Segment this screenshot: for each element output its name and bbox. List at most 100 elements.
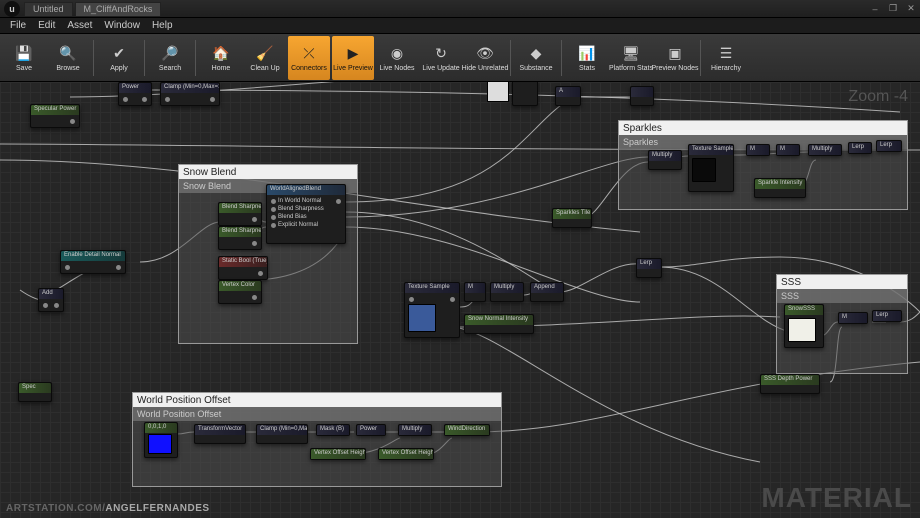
tool-stats[interactable]: 📊Stats (566, 36, 608, 80)
node-wpo-pow[interactable]: Power (356, 424, 386, 436)
node-wpo-height[interactable]: Vertex Offset Height (310, 448, 366, 460)
comment-title[interactable]: Snow Blend (179, 165, 357, 179)
toolbar-separator (561, 40, 562, 76)
tool-liveupdate[interactable]: ↻ Live Update (420, 36, 462, 80)
tool-browse[interactable]: 🔍Browse (47, 36, 89, 80)
tool-livenodes[interactable]: ◉Live Nodes (376, 36, 418, 80)
tool-label: Connectors (291, 65, 327, 72)
node-m4[interactable]: M (776, 144, 800, 156)
node-sss-depth[interactable]: SSS Depth Power (760, 374, 820, 394)
node-blendsharp[interactable]: Blend Sharpness (218, 202, 262, 226)
node-sss-lerp[interactable]: Lerp (872, 310, 902, 322)
node-basesnow[interactable]: Static Bool (True) (218, 256, 268, 280)
node-specular[interactable]: Specular Power (30, 104, 80, 128)
tool-livepreview[interactable]: ▶ Live Preview (332, 36, 374, 80)
minimize-icon[interactable]: – (866, 2, 884, 16)
tool-save[interactable]: 💾Save (3, 36, 45, 80)
search-icon: 🔎 (160, 43, 180, 63)
tool-platformstats[interactable]: 🖥Platform Stats (610, 36, 652, 80)
sparktexture-preview (692, 158, 716, 182)
tool-label: Substance (519, 65, 552, 72)
node-sparkpow[interactable]: Multiply (808, 144, 842, 156)
comment-title[interactable]: SSS (777, 275, 907, 289)
tool-hideunrelated[interactable]: 👁Hide Unrelated (464, 36, 506, 80)
livenodes-icon: ◉ (387, 43, 407, 63)
hideunrelated-icon: 👁 (475, 43, 495, 63)
tool-hierarchy[interactable]: ☰Hierarchy (705, 36, 747, 80)
tool-cleanup[interactable]: 🧹Clean Up (244, 36, 286, 80)
node-sharp[interactable]: Blend Sharpness (218, 226, 262, 250)
menu-file[interactable]: File (4, 20, 32, 31)
menu-edit[interactable]: Edit (32, 20, 61, 31)
node-m1[interactable]: M (464, 282, 486, 302)
texsample-preview (408, 304, 436, 332)
tool-label: Live Preview (333, 65, 373, 72)
wpo-color-swatch (148, 434, 172, 454)
sss-color-swatch (788, 318, 816, 342)
node-m3[interactable]: M (746, 144, 770, 156)
node-lerp3[interactable]: Lerp (876, 140, 902, 152)
tool-apply[interactable]: ✔Apply (98, 36, 140, 80)
cleanup-icon: 🧹 (255, 43, 275, 63)
apply-icon: ✔ (109, 43, 129, 63)
hierarchy-icon: ☰ (716, 43, 736, 63)
close-icon[interactable]: ✕ (902, 2, 920, 16)
node-mult1[interactable]: Multiply (490, 282, 524, 302)
connectors-icon: ⤫ (299, 43, 319, 63)
node-sss-m[interactable]: M (838, 312, 868, 324)
menu-window[interactable]: Window (98, 20, 146, 31)
comment-sub: SSS (777, 289, 907, 303)
node-top-out[interactable] (630, 86, 654, 106)
tool-previewnodes[interactable]: ▣Preview Nodes (654, 36, 696, 80)
watermark: MATERIAL (761, 482, 912, 514)
tab-material[interactable]: M_CliffAndRocks (75, 2, 162, 16)
node-wpo-mult[interactable]: Multiply (398, 424, 432, 436)
node-wpo-height2[interactable]: Vertex Offset Height (378, 448, 434, 460)
livepreview-icon: ▶ (343, 43, 363, 63)
node-lerp1[interactable]: Lerp (636, 258, 662, 278)
comment-title[interactable]: World Position Offset (133, 393, 501, 407)
node-vertexcolor[interactable]: Vertex Color (218, 280, 262, 304)
node-lerp2[interactable]: Lerp (848, 142, 872, 154)
node-clamp1[interactable]: Clamp (Min=0,Max=1) (160, 82, 220, 106)
node-wpo-mask[interactable]: Mask (B) (316, 424, 350, 436)
node-wpo-trans[interactable]: TransformVector (194, 424, 246, 444)
node-sparkintensity[interactable]: Sparkle Intensity (754, 178, 806, 198)
graph-canvas[interactable]: Zoom -4 (0, 82, 920, 518)
node-normalint[interactable]: Snow Normal Intensity (464, 314, 534, 334)
liveupdate-icon: ↻ (431, 43, 451, 63)
tool-label: Stats (579, 65, 595, 72)
node-sparktile[interactable]: Sparkles Tile (552, 208, 592, 228)
node-wpo-clamp[interactable]: Clamp (Min=0,Max=1) (256, 424, 308, 444)
comment-title[interactable]: Sparkles (619, 121, 907, 135)
node-wpo-wind[interactable]: WindDirection (444, 424, 490, 436)
tool-substance[interactable]: ◆Substance (515, 36, 557, 80)
node-add[interactable]: Add (38, 288, 64, 312)
node-power1[interactable]: Power (118, 82, 152, 106)
tool-label: Live Update (422, 65, 459, 72)
node-top-mult[interactable]: A (555, 86, 581, 106)
node-usedetail[interactable]: Enable Detail Normal (60, 250, 126, 274)
node-worldalignedblend[interactable]: WorldAlignedBlendIn World NormalBlend Sh… (266, 184, 346, 244)
tool-search[interactable]: 🔎Search (149, 36, 191, 80)
tool-home[interactable]: 🏠 Home (200, 36, 242, 80)
ue-logo-icon: u (4, 1, 20, 17)
previewnodes-icon: ▣ (665, 43, 685, 63)
node-sparkmult[interactable]: Multiply (648, 150, 682, 170)
restore-icon[interactable]: ❐ (884, 2, 902, 16)
platformstats-icon: 🖥 (621, 43, 641, 63)
tool-label: Home (212, 65, 231, 72)
menu-help[interactable]: Help (146, 20, 179, 31)
window-buttons: – ❐ ✕ (866, 2, 920, 16)
toolbar-separator (93, 40, 94, 76)
menu-asset[interactable]: Asset (61, 20, 98, 31)
node-sample-top[interactable] (512, 82, 538, 106)
tab-untitled[interactable]: Untitled (24, 2, 73, 16)
node-tiny[interactable]: Spec (18, 382, 52, 402)
texture-preview[interactable] (487, 82, 509, 102)
credit: ARTSTATION.COM/ANGELFERNANDES (6, 503, 210, 514)
comment-wpo[interactable]: World Position Offset World Position Off… (132, 392, 502, 487)
node-append[interactable]: Append (530, 282, 564, 302)
home-icon: 🏠 (211, 43, 231, 63)
tool-connectors[interactable]: ⤫ Connectors (288, 36, 330, 80)
